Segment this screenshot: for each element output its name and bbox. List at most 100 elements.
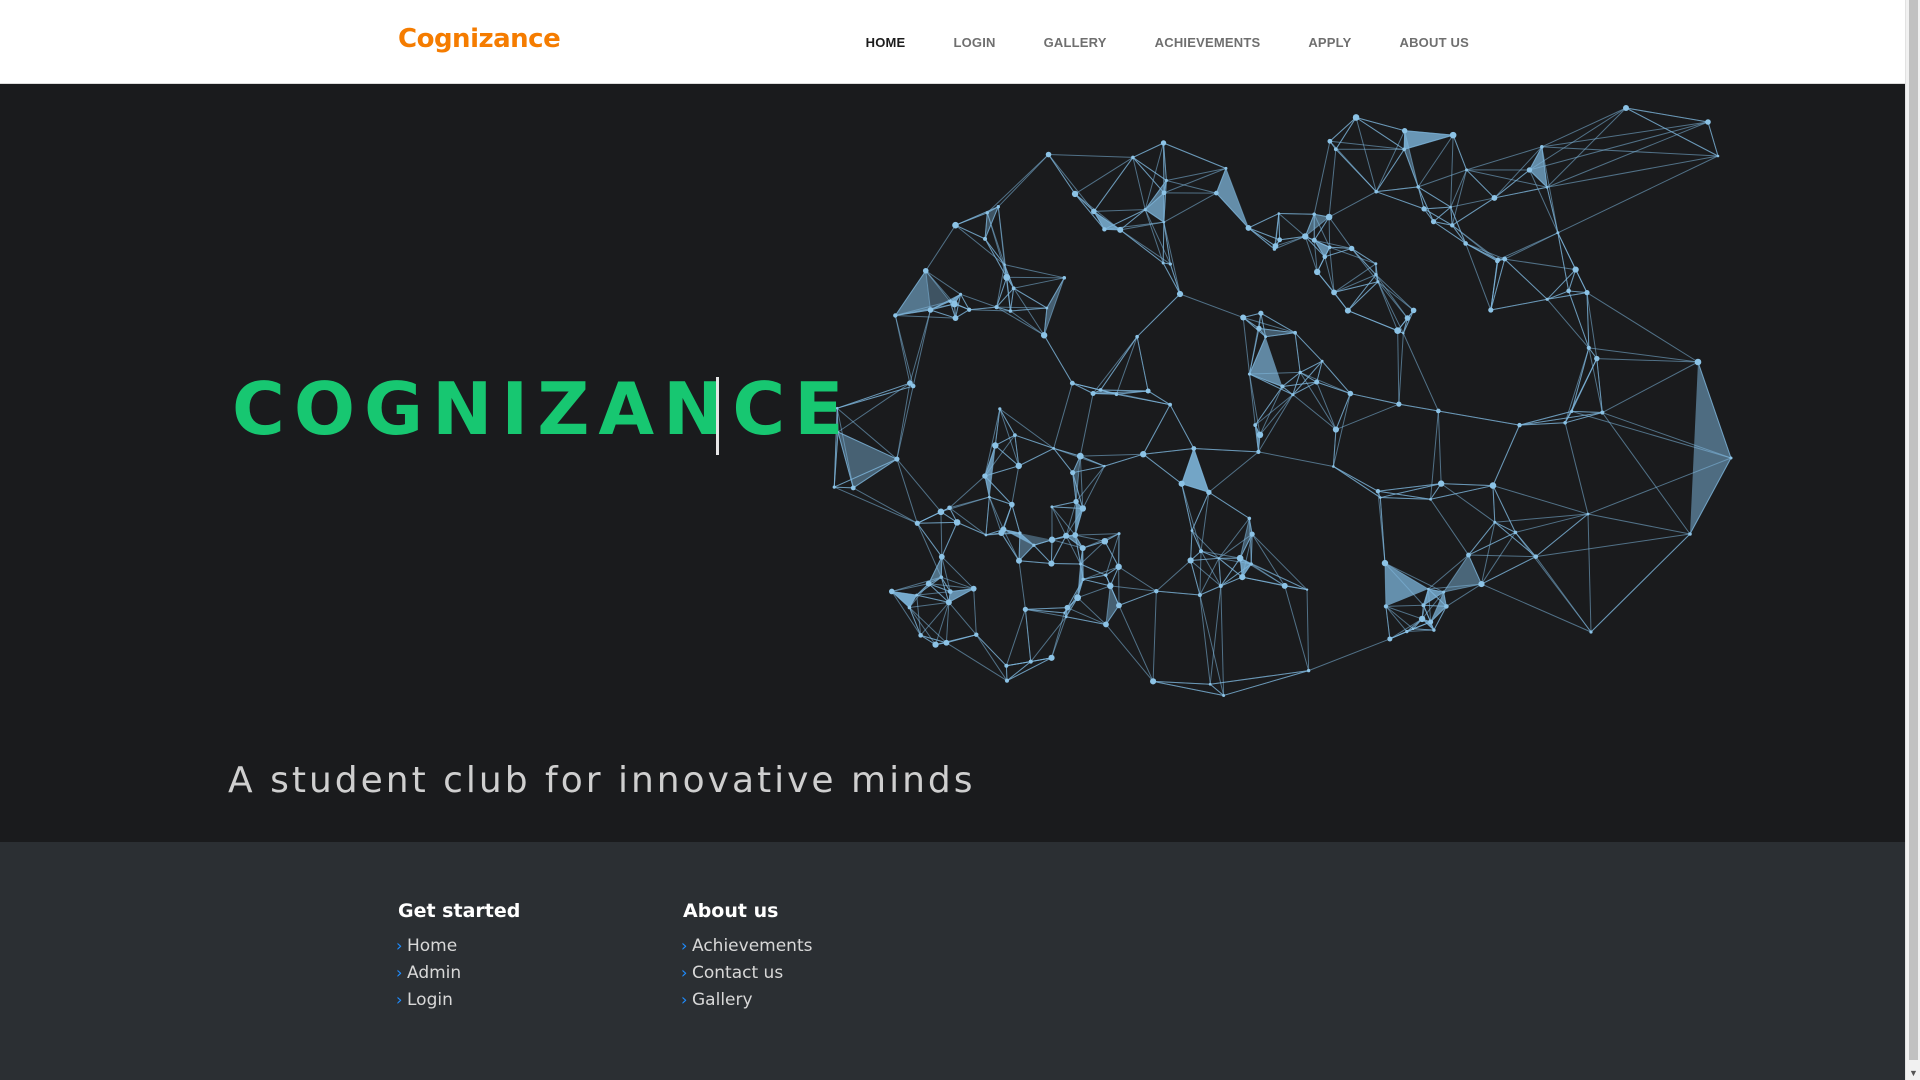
nav-about-us[interactable]: ABOUT US: [1400, 35, 1470, 50]
network-node: [1079, 562, 1083, 566]
network-node: [1280, 384, 1285, 389]
network-link: [1199, 594, 1225, 696]
footer-link-contact-us[interactable]: › Contact us: [681, 959, 812, 986]
network-node: [1586, 512, 1590, 516]
network-node: [959, 292, 963, 296]
network-link: [920, 602, 950, 636]
network-node: [1117, 226, 1124, 233]
network-link: [1259, 386, 1283, 436]
network-node: [1493, 520, 1497, 524]
footer-link-login[interactable]: › Login: [396, 986, 520, 1013]
scrollbar-thumb[interactable]: [1909, 0, 1918, 1060]
network-link: [1294, 332, 1323, 362]
footer-link-label: Achievements: [692, 935, 813, 956]
network-link: [1452, 134, 1468, 171]
network-link: [1380, 483, 1442, 499]
network-link: [996, 306, 1047, 309]
network-link: [1398, 333, 1404, 405]
footer-link-gallery[interactable]: › Gallery: [681, 986, 812, 1013]
network-link: [1254, 394, 1294, 426]
page-scrollbar[interactable]: ▼: [1905, 0, 1920, 1080]
top-navbar: Cognizance HOME LOGIN GALLERY ACHIEVEMEN…: [0, 0, 1905, 84]
network-node: [1256, 431, 1264, 439]
network-link: [1104, 541, 1120, 568]
footer-column-get-started: Get started › Home › Admin › Login: [396, 900, 520, 1013]
brand-logo[interactable]: Cognizance: [398, 24, 561, 54]
chevron-right-icon: ›: [681, 936, 688, 955]
network-node: [1495, 257, 1501, 263]
network-node: [1401, 127, 1408, 134]
network-node: [1013, 433, 1017, 438]
network-node: [1103, 464, 1106, 468]
network-node: [1421, 603, 1426, 608]
network-node: [1491, 195, 1498, 201]
network-link: [1437, 410, 1442, 484]
network-link: [1355, 117, 1405, 132]
network-node: [1374, 189, 1379, 194]
network-link: [1492, 485, 1496, 523]
network-link: [1136, 336, 1149, 392]
network-link: [1210, 670, 1309, 685]
network-link: [1375, 274, 1408, 319]
network-node: [1264, 335, 1268, 339]
network-node: [1145, 388, 1151, 394]
network-link: [1347, 310, 1398, 332]
network-link: [1625, 107, 1709, 123]
network-node: [1348, 245, 1355, 252]
footer-link-admin[interactable]: › Admin: [396, 959, 520, 986]
network-node: [1545, 185, 1549, 189]
network-link: [834, 486, 918, 524]
network-link: [1218, 558, 1222, 587]
network-node: [1327, 138, 1333, 144]
network-link: [1092, 336, 1138, 394]
network-link: [1492, 485, 1516, 533]
network-link: [1375, 149, 1405, 192]
network-link: [948, 602, 977, 636]
network-link: [1011, 504, 1021, 534]
network-node: [1302, 233, 1309, 240]
network-node: [1258, 310, 1264, 316]
network-link: [1418, 169, 1467, 188]
network-link: [896, 458, 942, 513]
footer-link-home[interactable]: › Home: [396, 932, 520, 959]
network-link: [940, 511, 943, 557]
nav-gallery[interactable]: GALLERY: [1044, 35, 1107, 50]
network-node: [1312, 212, 1316, 217]
network-link: [1481, 583, 1592, 633]
network-link: [1707, 121, 1719, 157]
network-link: [1083, 566, 1119, 580]
footer-link-achievements[interactable]: › Achievements: [681, 932, 813, 959]
network-link: [1190, 557, 1219, 561]
network-link: [909, 601, 949, 608]
network-node: [1104, 573, 1108, 577]
network-node: [1465, 168, 1469, 172]
network-node: [1256, 325, 1262, 332]
network-link: [1557, 232, 1577, 270]
network-node: [1305, 588, 1309, 591]
network-link: [1006, 661, 1032, 682]
network-link: [1100, 389, 1149, 392]
network-node: [1405, 629, 1409, 634]
network-link: [1163, 142, 1227, 169]
nav-home[interactable]: HOME: [866, 35, 906, 50]
network-link: [1004, 264, 1065, 279]
network-link: [1190, 530, 1193, 561]
network-node: [1444, 604, 1449, 609]
network-link: [1376, 191, 1425, 210]
network-node: [1073, 498, 1079, 505]
network-link: [1397, 330, 1400, 405]
scroll-down-arrow-icon[interactable]: ▼: [1909, 1068, 1918, 1078]
nav-login[interactable]: LOGIN: [953, 35, 995, 50]
network-node: [1705, 119, 1711, 125]
network-link: [1166, 167, 1227, 181]
network-link: [975, 634, 1007, 667]
network-node: [1513, 530, 1518, 535]
network-link: [1376, 186, 1419, 193]
network-node: [1143, 207, 1147, 212]
network-node: [1015, 462, 1022, 470]
network-link: [1199, 585, 1221, 596]
network-node: [1162, 220, 1166, 224]
nav-apply[interactable]: APPLY: [1308, 35, 1351, 50]
nav-achievements[interactable]: ACHIEVEMENTS: [1155, 35, 1261, 50]
network-node: [1008, 309, 1013, 313]
